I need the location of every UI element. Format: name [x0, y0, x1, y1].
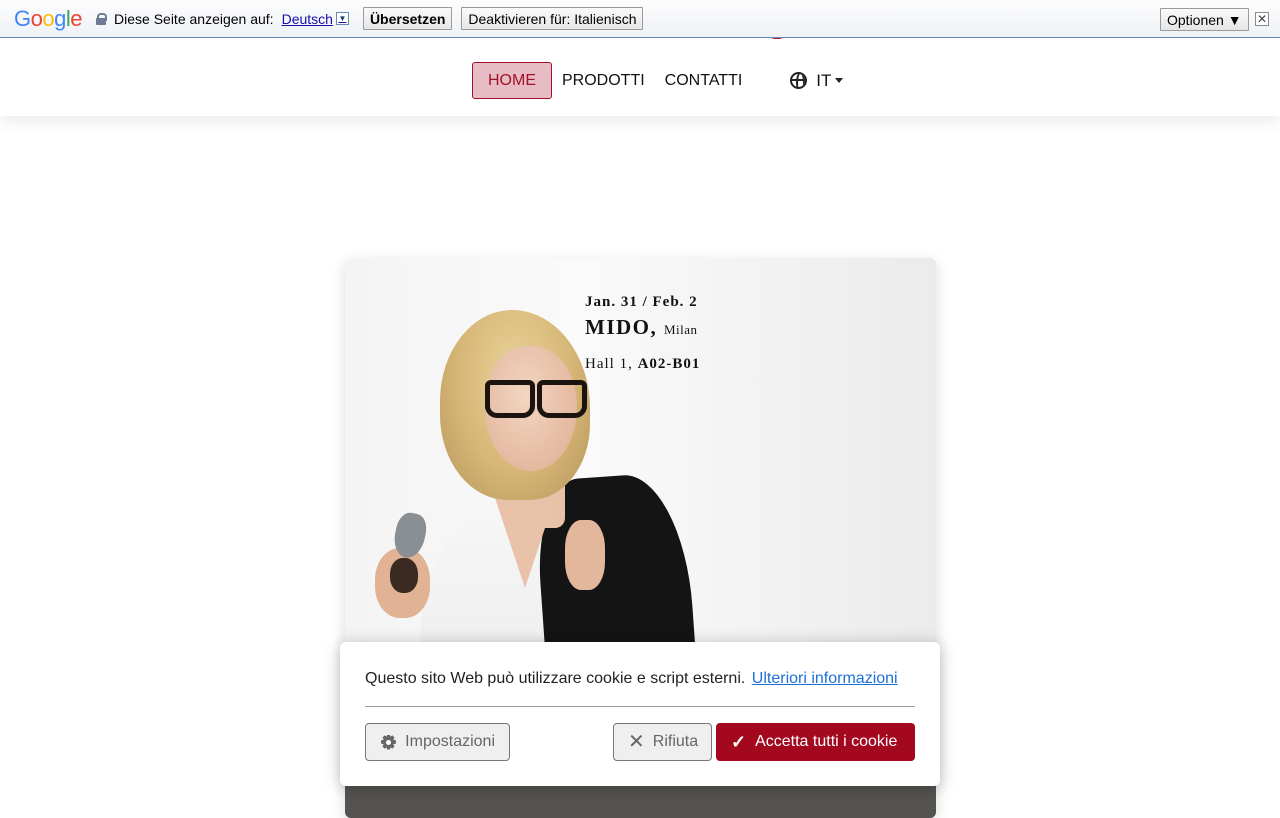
event-city: Milan — [664, 322, 698, 337]
cookie-banner: Questo sito Web può utilizzare cookie e … — [340, 642, 940, 786]
lock-icon — [96, 12, 108, 25]
event-date: Jan. 31 / Feb. 2 — [585, 294, 698, 310]
gear-icon — [380, 734, 396, 751]
nav-prodotti[interactable]: PRODOTTI — [552, 62, 655, 99]
hero-figure-hand — [565, 520, 605, 590]
close-icon: ✕ — [628, 731, 645, 753]
sunglasses-lens-image — [390, 558, 418, 593]
event-booth: A02-B01 — [637, 356, 701, 372]
nav-home[interactable]: HOME — [472, 62, 552, 99]
google-logo: Google — [14, 5, 83, 31]
dropdown-arrow-icon: ▼ — [335, 12, 349, 25]
cookie-message: Questo sito Web può utilizzare cookie e … — [365, 670, 898, 687]
main-nav: HOME PRODOTTI CONTATTI IT — [472, 62, 844, 99]
disable-translation-button[interactable]: Deaktivieren für: Italienisch — [461, 7, 644, 30]
eyeglasses-image — [485, 376, 590, 418]
translate-bar: Google Diese Seite anzeigen auf: Deutsch… — [0, 0, 1280, 38]
language-selector[interactable]: IT — [790, 70, 844, 91]
event-name: MIDO, Milan — [585, 315, 698, 339]
options-button[interactable]: Optionen ▼ — [1160, 8, 1249, 31]
translate-prompt: Diese Seite anzeigen auf: — [114, 10, 274, 27]
event-info: Jan. 31 / Feb. 2 MIDO, Milan Hall 1, A02… — [585, 294, 700, 373]
more-info-link[interactable]: Ulteriori informazioni — [752, 670, 898, 687]
divider — [365, 706, 915, 707]
caret-down-icon — [835, 78, 844, 83]
globe-icon — [790, 72, 808, 89]
reject-cookies-button[interactable]: ✕ Rifiuta — [613, 723, 712, 761]
target-language-select[interactable]: Deutsch ▼ — [282, 11, 349, 27]
language-label: IT — [816, 70, 832, 90]
cookie-settings-button[interactable]: Impostazioni — [365, 723, 510, 761]
target-language-label: Deutsch — [281, 10, 333, 27]
close-icon[interactable]: ✕ — [1255, 12, 1269, 26]
nav-contatti[interactable]: CONTATTI — [655, 62, 753, 99]
checkmark-icon: ✓ — [731, 732, 747, 752]
translate-button[interactable]: Übersetzen — [362, 7, 453, 30]
event-location: Hall 1, A02-B01 — [585, 356, 701, 372]
accept-all-cookies-button[interactable]: ✓ Accetta tutti i cookie — [716, 723, 915, 761]
